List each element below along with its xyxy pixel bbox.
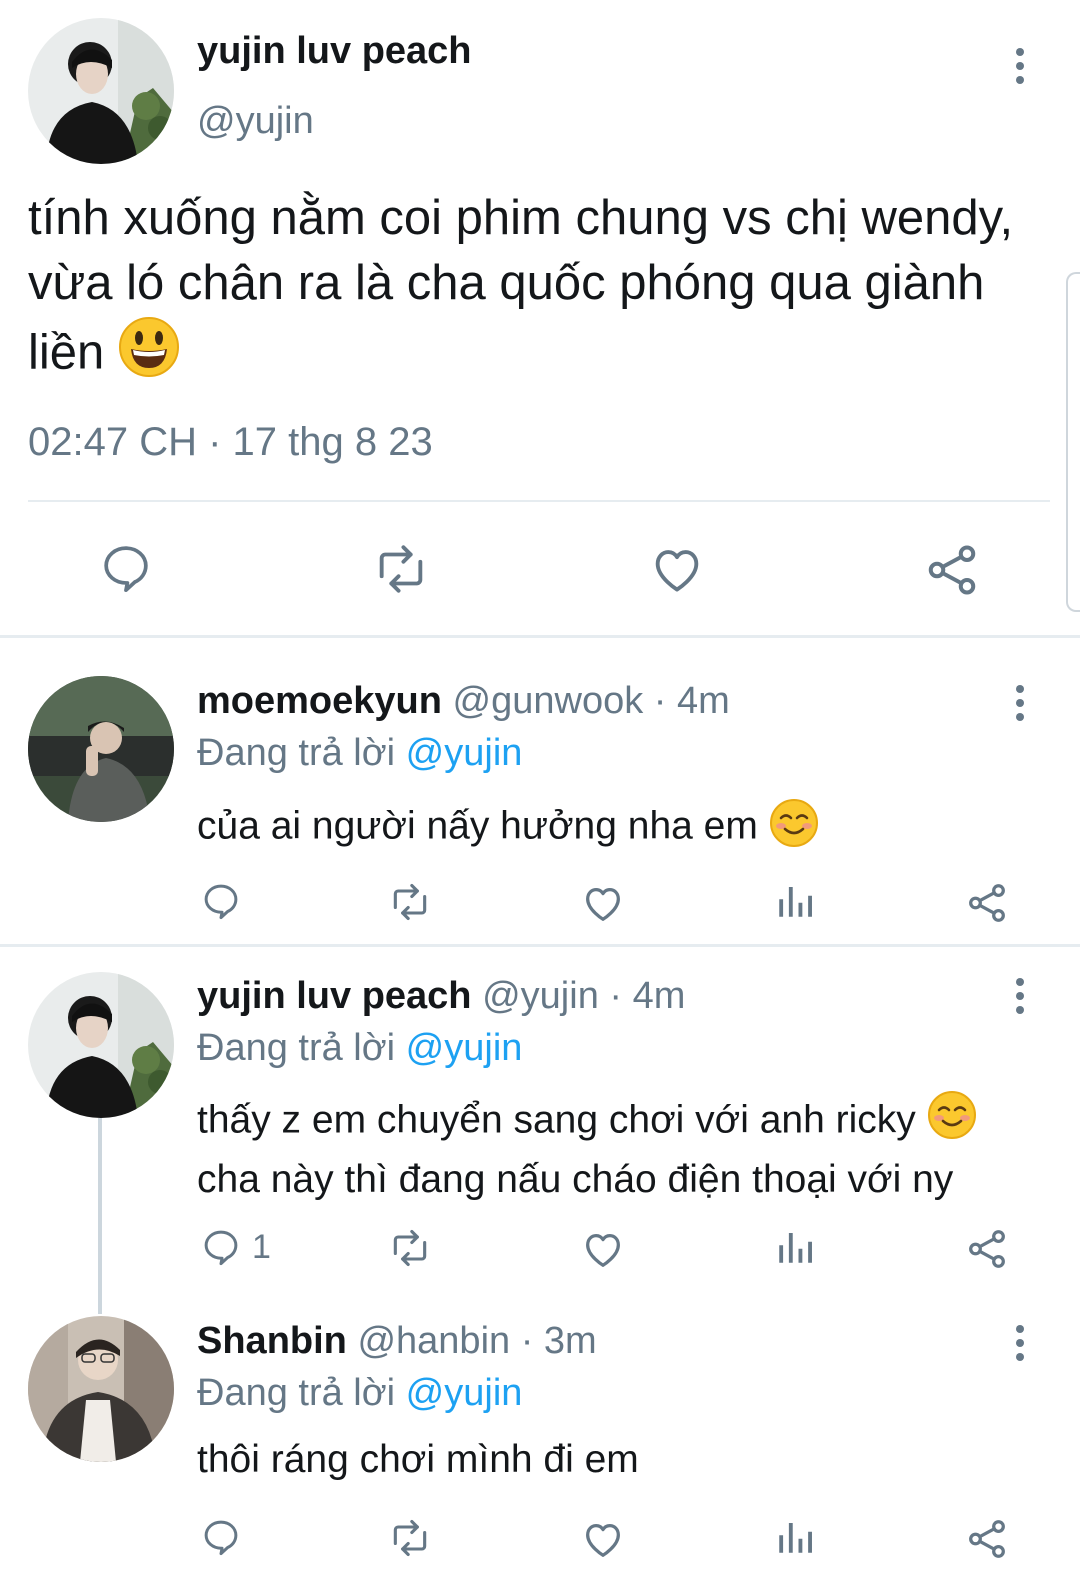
reply-button[interactable] (200, 880, 242, 922)
scrollbar[interactable] (1066, 272, 1080, 612)
author-name[interactable]: yujin luv peach (197, 975, 472, 1017)
retweet-button[interactable] (372, 540, 430, 598)
smiling-face-emoji-icon (769, 798, 819, 858)
reply-header: yujin luv peach @yujin · 4m (197, 975, 685, 1018)
like-button[interactable] (580, 1226, 626, 1272)
section-divider (0, 944, 1080, 947)
avatar[interactable] (28, 18, 174, 164)
share-button[interactable] (964, 880, 1010, 926)
like-button[interactable] (580, 1516, 626, 1562)
retweet-button[interactable] (388, 1226, 432, 1270)
author-name[interactable]: yujin luv peach (197, 30, 472, 73)
analytics-icon (779, 887, 812, 917)
reply-time[interactable]: · 4m (654, 680, 730, 722)
like-button[interactable] (648, 540, 706, 598)
author-handle[interactable]: @hanbin (357, 1320, 510, 1362)
replying-to-prefix: Đang trả lời (197, 1027, 396, 1069)
reply-button[interactable]: 1 (200, 1226, 271, 1268)
more-options-icon[interactable] (1010, 48, 1030, 88)
avatar[interactable] (28, 676, 174, 822)
analytics-button[interactable] (774, 1516, 816, 1558)
more-options-icon[interactable] (1010, 1325, 1030, 1365)
replying-to-link[interactable]: @yujin (406, 1372, 523, 1414)
reply-text: thấy z em chuyển sang chơi với anh ricky… (197, 1090, 977, 1206)
replying-to-prefix: Đang trả lời (197, 1372, 396, 1414)
author-handle[interactable]: @yujin (482, 975, 599, 1017)
reply-time[interactable]: · 3m (521, 1320, 597, 1362)
share-button[interactable] (964, 1226, 1010, 1272)
share-button[interactable] (964, 1516, 1010, 1562)
heart-icon (586, 1523, 620, 1557)
timestamp-divider (28, 500, 1050, 502)
reply-button[interactable] (98, 540, 154, 596)
replying-to-prefix: Đang trả lời (197, 732, 396, 774)
tweet-text: tính xuống nằm coi phim chung vs chị wen… (28, 186, 1038, 395)
section-divider (0, 635, 1080, 638)
grinning-face-emoji-icon (118, 316, 180, 395)
replying-to-link[interactable]: @yujin (406, 732, 523, 774)
reply-text: thôi ráng chơi mình đi em (197, 1438, 639, 1481)
replying-to: Đang trả lời @yujin (197, 1027, 522, 1070)
share-button[interactable] (922, 540, 982, 600)
reply-text: của ai người nấy hưởng nha em (197, 798, 819, 858)
share-icon (969, 884, 1005, 922)
author-handle[interactable]: @yujin (197, 100, 314, 143)
reply-header: moemoekyun @gunwook · 4m (197, 680, 730, 723)
replying-to: Đang trả lời @yujin (197, 1372, 522, 1415)
thread-connector (98, 1118, 102, 1314)
analytics-button[interactable] (774, 880, 816, 922)
heart-icon (586, 887, 620, 921)
reply-time[interactable]: · 4m (609, 975, 685, 1017)
comment-icon (204, 1520, 238, 1556)
author-handle[interactable]: @gunwook (453, 680, 644, 722)
comment-icon (204, 1230, 238, 1266)
author-name[interactable]: Shanbin (197, 1320, 347, 1362)
tweet-timestamp[interactable]: 02:47 CH · 17 thg 8 23 (28, 420, 433, 465)
comment-icon (204, 884, 238, 920)
retweet-icon (393, 1519, 427, 1557)
reply-text-body: của ai người nấy hưởng nha em (197, 804, 758, 848)
avatar[interactable] (28, 972, 174, 1118)
more-options-icon[interactable] (1010, 685, 1030, 725)
heart-icon (586, 1233, 620, 1267)
retweet-icon (379, 545, 423, 593)
retweet-icon (393, 1229, 427, 1267)
reply-text-line-1: thấy z em chuyển sang chơi với anh ricky (197, 1098, 916, 1142)
reply-text-line-2: cha này thì đang nấu cháo điện thoại với… (197, 1158, 954, 1201)
reply-button[interactable] (200, 1516, 242, 1558)
heart-icon (655, 550, 699, 592)
comment-icon (104, 546, 148, 593)
share-icon (928, 545, 976, 595)
reply-count: 1 (252, 1227, 271, 1266)
analytics-button[interactable] (774, 1226, 816, 1268)
reply-header: Shanbin @hanbin · 3m (197, 1320, 597, 1363)
analytics-icon (779, 1233, 812, 1263)
more-options-icon[interactable] (1010, 978, 1030, 1018)
replying-to: Đang trả lời @yujin (197, 732, 522, 775)
retweet-icon (393, 883, 427, 921)
retweet-button[interactable] (388, 1516, 432, 1560)
author-name[interactable]: moemoekyun (197, 680, 442, 722)
analytics-icon (779, 1523, 812, 1553)
avatar[interactable] (28, 1316, 174, 1462)
retweet-button[interactable] (388, 880, 432, 924)
share-icon (969, 1230, 1005, 1268)
replying-to-link[interactable]: @yujin (406, 1027, 523, 1069)
share-icon (969, 1520, 1005, 1558)
like-button[interactable] (580, 880, 626, 926)
smiling-face-emoji-icon (927, 1090, 977, 1154)
